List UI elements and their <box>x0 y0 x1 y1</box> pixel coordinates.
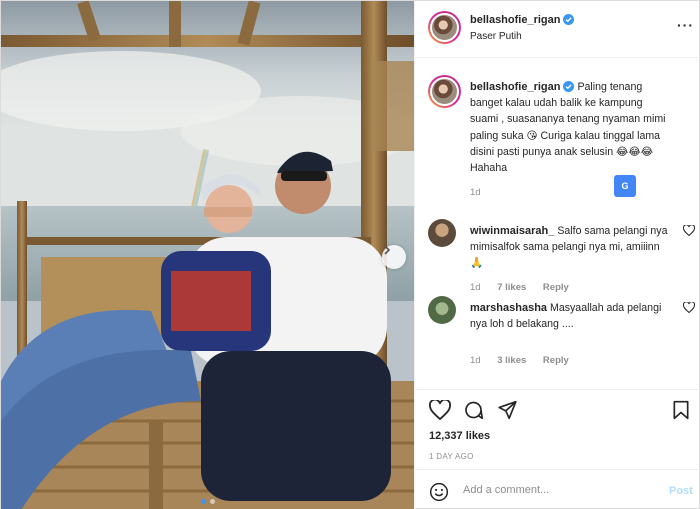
instagram-post: bellashofie_rigan Paser Putih ··· bellas… <box>0 0 700 509</box>
caption-text: bellashofie_rigan Paling tenang banget k… <box>470 79 670 176</box>
add-comment-bar: Post <box>415 469 700 509</box>
likes-count[interactable]: 12,337 likes <box>429 430 490 442</box>
caption-body: Paling tenang banget kalau udah balik ke… <box>470 81 666 175</box>
username-text[interactable]: bellashofie_rigan <box>470 14 560 26</box>
carousel-dot-active <box>200 499 206 504</box>
carousel-indicator <box>1 499 414 504</box>
comment-timestamp[interactable]: 1d <box>470 282 481 293</box>
comments-list[interactable]: bellashofie_rigan Paling tenang banget k… <box>415 59 700 389</box>
comment-likes[interactable]: 3 likes <box>497 355 526 366</box>
caption-timestamp[interactable]: 1d <box>470 187 481 198</box>
reply-button[interactable]: Reply <box>543 282 569 293</box>
comment-username[interactable]: marshashasha <box>470 302 547 314</box>
post-username[interactable]: bellashofie_rigan <box>470 14 575 26</box>
post-details-pane: bellashofie_rigan Paser Putih ··· bellas… <box>414 1 700 509</box>
verified-icon <box>563 81 575 92</box>
reply-button[interactable]: Reply <box>543 355 569 366</box>
comment-meta: 1d 7 likes Reply <box>470 282 583 293</box>
verified-icon <box>563 14 575 25</box>
caption-username[interactable]: bellashofie_rigan <box>470 81 560 93</box>
emoji-icon[interactable] <box>429 482 449 502</box>
post-location[interactable]: Paser Putih <box>470 31 522 42</box>
comment-like-heart-icon[interactable] <box>683 302 695 313</box>
comment-timestamp[interactable]: 1d <box>470 355 481 366</box>
comment-text: wiwinmaisarah_ Salfo sama pelangi nya mi… <box>470 223 670 272</box>
post-actions: 12,337 likes 1 DAY AGO <box>415 389 700 469</box>
caption-avatar[interactable] <box>428 75 461 108</box>
carousel-dot <box>209 499 215 504</box>
chevron-right-icon <box>384 245 391 255</box>
translate-button[interactable]: G <box>614 175 636 197</box>
comment-avatar[interactable] <box>428 296 456 324</box>
heart-icon[interactable] <box>429 400 451 420</box>
post-header: bellashofie_rigan Paser Putih ··· <box>415 1 700 58</box>
bookmark-icon[interactable] <box>672 400 690 420</box>
comment-username[interactable]: wiwinmaisarah_ <box>470 225 554 237</box>
comment-likes[interactable]: 7 likes <box>497 282 526 293</box>
comment-text: marshashasha Masyaallah ada pelangi nya … <box>470 300 670 332</box>
comment-input[interactable] <box>463 479 653 501</box>
comment-meta: 1d 3 likes Reply <box>470 355 583 366</box>
avatar[interactable] <box>428 11 461 44</box>
share-icon[interactable] <box>497 400 518 420</box>
beach-photo-illustration <box>1 1 414 509</box>
comment-avatar[interactable] <box>428 219 456 247</box>
carousel-next-button[interactable] <box>382 245 406 269</box>
comment-like-heart-icon[interactable] <box>683 225 695 236</box>
post-photo[interactable] <box>1 1 414 509</box>
more-options-icon[interactable]: ··· <box>677 17 694 33</box>
comment-icon[interactable] <box>463 400 484 420</box>
post-timestamp[interactable]: 1 DAY AGO <box>429 452 474 461</box>
post-comment-button[interactable]: Post <box>669 485 693 497</box>
